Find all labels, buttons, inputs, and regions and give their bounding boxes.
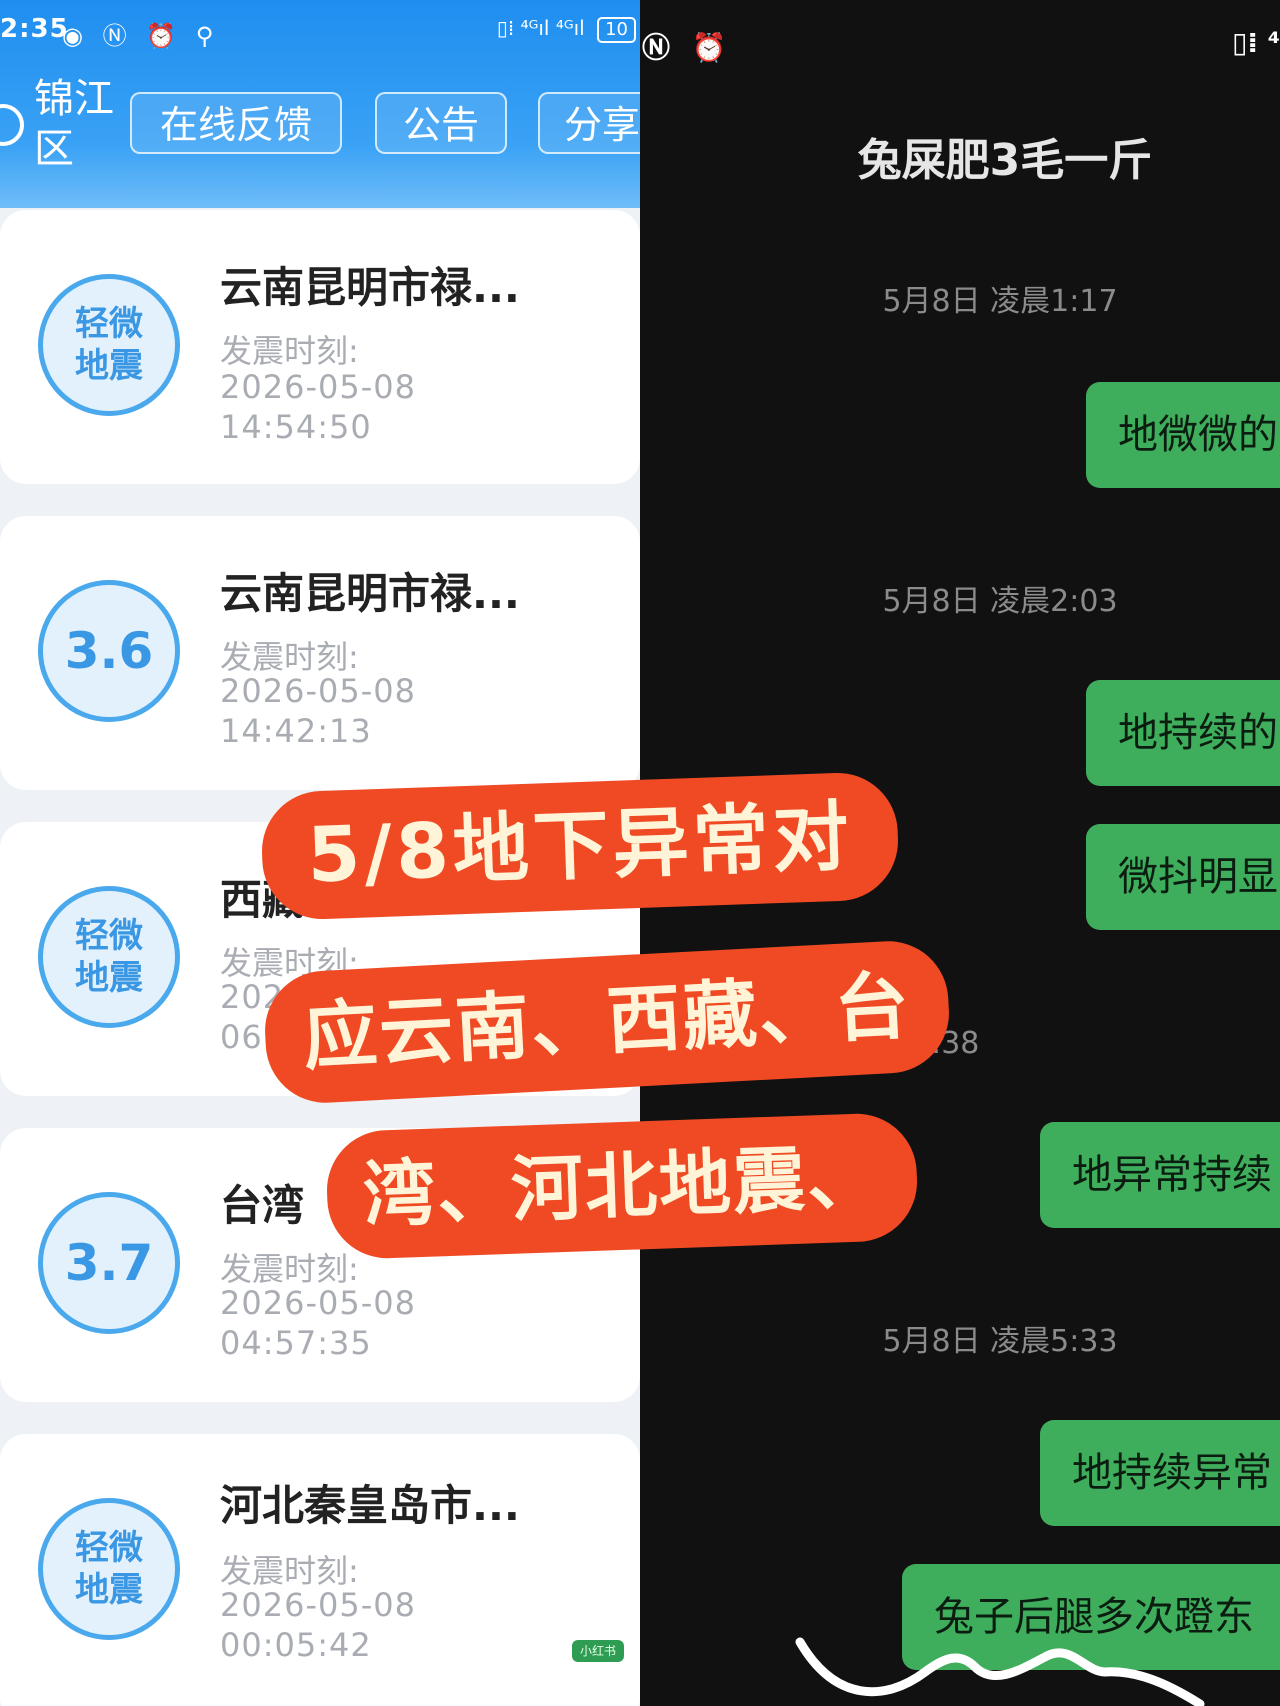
quake-date: 2026-05-08 <box>220 1586 416 1624</box>
message-timestamp: 5月8日 凌晨1:17 <box>882 284 1118 319</box>
status-bar: Ⓝ ⏰ ▯⁞ ⁴ <box>640 26 1280 66</box>
scribble-mark <box>795 1637 1205 1706</box>
quake-date: 2026-05-08 <box>220 672 416 710</box>
share-button[interactable]: 分享 <box>538 92 640 154</box>
watermark: 小红书号: 947079939 <box>440 1668 627 1689</box>
status-icons-left: Ⓝ ⏰ <box>642 31 733 64</box>
quake-time: 00:05:42 <box>220 1626 372 1664</box>
location-label[interactable]: 锦江区 <box>34 74 124 174</box>
quake-time: 06 <box>220 1018 263 1056</box>
status-time: 2:35 <box>0 14 69 44</box>
chat-message[interactable]: 地持续异常 <box>1040 1420 1280 1526</box>
quake-location: 河北秦皇岛市... <box>220 1481 520 1530</box>
status-icons-right: ▯⁞ ⁴ᴳıl ⁴ᴳıl 10 <box>497 16 636 43</box>
quake-date: 2026-05-08 <box>220 1284 416 1322</box>
caption-line-3: 湾、河北地震、 <box>324 1111 920 1261</box>
signal-icon: ▯⁞ ⁴ᴳıl ⁴ᴳıl <box>496 16 585 40</box>
status-bar: 2:35 ◉ Ⓝ ⏰ ⚲ ▯⁞ ⁴ᴳıl ⁴ᴳıl 10 <box>0 14 640 50</box>
quake-time: 14:42:13 <box>220 712 372 750</box>
status-icons-right: ▯⁞ ⁴ <box>1231 26 1280 59</box>
magnitude-badge: 3.6 <box>38 580 180 722</box>
magnitude-badge: 轻微地震 <box>38 274 180 416</box>
quake-time: 14:54:50 <box>220 408 372 446</box>
quake-location: 台湾 <box>220 1181 305 1230</box>
chat-message[interactable]: 地异常持续 <box>1040 1122 1280 1228</box>
status-icons-left: ◉ Ⓝ ⏰ ⚲ <box>62 22 220 50</box>
battery-icon: 10 <box>597 17 636 43</box>
chat-title: 兔屎肥3毛一斤 <box>857 135 1153 186</box>
caption-line-1: 5/8地下异常对 <box>259 770 901 922</box>
quake-time: 04:57:35 <box>220 1324 372 1362</box>
chat-message[interactable]: 地持续的 <box>1086 680 1280 786</box>
message-timestamp: 5月8日 凌晨2:03 <box>882 584 1118 619</box>
magnitude-badge: 轻微地震 <box>38 886 180 1028</box>
magnitude-badge: 轻微地震 <box>38 1498 180 1640</box>
feedback-button[interactable]: 在线反馈 <box>130 92 342 154</box>
chat-message[interactable]: 地微微的 <box>1086 382 1280 488</box>
quake-date: 2026-05-08 <box>220 368 416 406</box>
quake-card[interactable]: 3.6 云南昆明市禄... 发震时刻: 2026-05-08 14:42:13 <box>0 516 640 790</box>
xiaohongshu-logo: 小红书 <box>572 1640 624 1662</box>
quake-time-label: 发震时刻: <box>220 332 359 370</box>
quake-location: 云南昆明市禄... <box>220 569 520 618</box>
magnitude-badge: 3.7 <box>38 1192 180 1334</box>
quake-location: 云南昆明市禄... <box>220 263 520 312</box>
quake-card[interactable]: 轻微地震 云南昆明市禄... 发震时刻: 2026-05-08 14:54:50 <box>0 210 640 484</box>
app-header: 2:35 ◉ Ⓝ ⏰ ⚲ ▯⁞ ⁴ᴳıl ⁴ᴳıl 10 锦江区 在线反馈 公告… <box>0 0 640 208</box>
notice-button[interactable]: 公告 <box>375 92 507 154</box>
chat-message[interactable]: 微抖明显 <box>1086 824 1280 930</box>
message-timestamp: 5月8日 凌晨5:33 <box>882 1324 1118 1359</box>
location-pin-icon[interactable] <box>0 104 24 146</box>
